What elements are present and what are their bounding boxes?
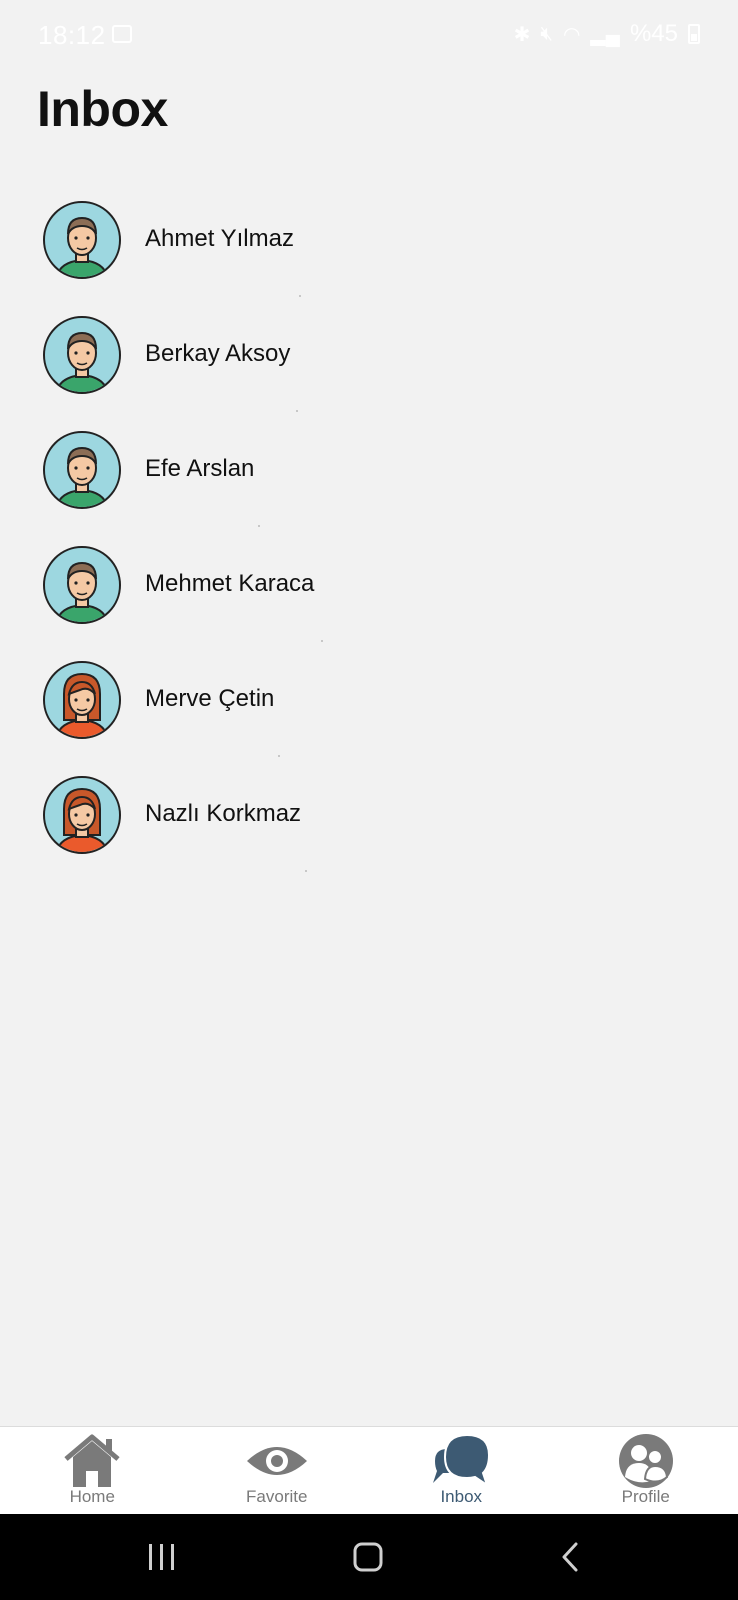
nav-item-inbox[interactable]: Inbox bbox=[369, 1427, 554, 1515]
contact-item[interactable]: Ahmet Yılmaz bbox=[0, 195, 738, 310]
male-avatar bbox=[42, 545, 122, 625]
contact-name: Ahmet Yılmaz bbox=[145, 225, 294, 252]
nav-label-profile: Profile bbox=[621, 1487, 670, 1506]
divider-dot bbox=[305, 870, 307, 872]
nav-item-profile[interactable]: Profile bbox=[554, 1427, 738, 1515]
contact-item[interactable]: Nazlı Korkmaz bbox=[0, 770, 738, 885]
status-time: 18:12 bbox=[38, 20, 106, 50]
contact-item[interactable]: Mehmet Karaca bbox=[0, 540, 738, 655]
battery-icon bbox=[688, 24, 700, 44]
male-avatar bbox=[42, 315, 122, 395]
eye-icon bbox=[246, 1447, 307, 1475]
contact-list: Ahmet Yılmaz Berkay Aksoy Efe Arslan Meh… bbox=[0, 195, 738, 885]
divider-dot bbox=[296, 410, 298, 412]
male-avatar bbox=[42, 430, 122, 510]
bluetooth-icon: ✱ bbox=[513, 23, 531, 46]
female-avatar bbox=[42, 660, 122, 740]
back-button[interactable] bbox=[514, 1514, 634, 1600]
contact-name: Mehmet Karaca bbox=[145, 570, 315, 597]
male-avatar bbox=[42, 200, 122, 280]
nav-item-favorite[interactable]: Favorite bbox=[185, 1427, 370, 1515]
system-nav-bar bbox=[0, 1514, 738, 1600]
divider-dot bbox=[321, 640, 323, 642]
people-icon bbox=[618, 1434, 673, 1488]
status-icons: ✱ 🔇︎ ◠ ▂▄ %45 bbox=[514, 20, 700, 48]
contact-item[interactable]: Merve Çetin bbox=[0, 655, 738, 770]
home-system-button[interactable] bbox=[308, 1514, 428, 1600]
contact-name: Merve Çetin bbox=[145, 685, 275, 712]
status-bar: 18:12 ✱ 🔇︎ ◠ ▂▄ %45 bbox=[0, 0, 738, 70]
recents-button[interactable] bbox=[102, 1514, 222, 1600]
bottom-nav: Home Favorite Inbox Profile bbox=[0, 1426, 738, 1515]
contact-name: Nazlı Korkmaz bbox=[145, 800, 302, 827]
divider-dot bbox=[299, 295, 301, 297]
gallery-icon bbox=[112, 25, 132, 43]
nav-item-home[interactable]: Home bbox=[0, 1427, 185, 1515]
wifi-icon: ◠ bbox=[562, 23, 581, 46]
recents-icon bbox=[149, 1544, 174, 1570]
nav-label-favorite: Favorite bbox=[246, 1487, 308, 1506]
female-avatar bbox=[42, 775, 122, 855]
contact-name: Efe Arslan bbox=[145, 455, 255, 482]
nav-label-home: Home bbox=[69, 1487, 115, 1506]
chat-bubbles-icon bbox=[433, 1433, 491, 1488]
battery-percent: %45 bbox=[629, 20, 678, 47]
nav-label-inbox: Inbox bbox=[440, 1487, 483, 1506]
mute-icon: 🔇︎ bbox=[540, 22, 553, 45]
back-chevron-icon bbox=[562, 1542, 578, 1572]
contact-name: Berkay Aksoy bbox=[145, 340, 291, 367]
home-square-icon bbox=[353, 1542, 383, 1572]
divider-dot bbox=[258, 525, 260, 527]
signal-icon: ▂▄ bbox=[590, 23, 620, 46]
page-title: Inbox bbox=[37, 81, 168, 137]
contact-item[interactable]: Berkay Aksoy bbox=[0, 310, 738, 425]
home-icon bbox=[64, 1434, 120, 1487]
contact-item[interactable]: Efe Arslan bbox=[0, 425, 738, 540]
divider-dot bbox=[278, 755, 280, 757]
